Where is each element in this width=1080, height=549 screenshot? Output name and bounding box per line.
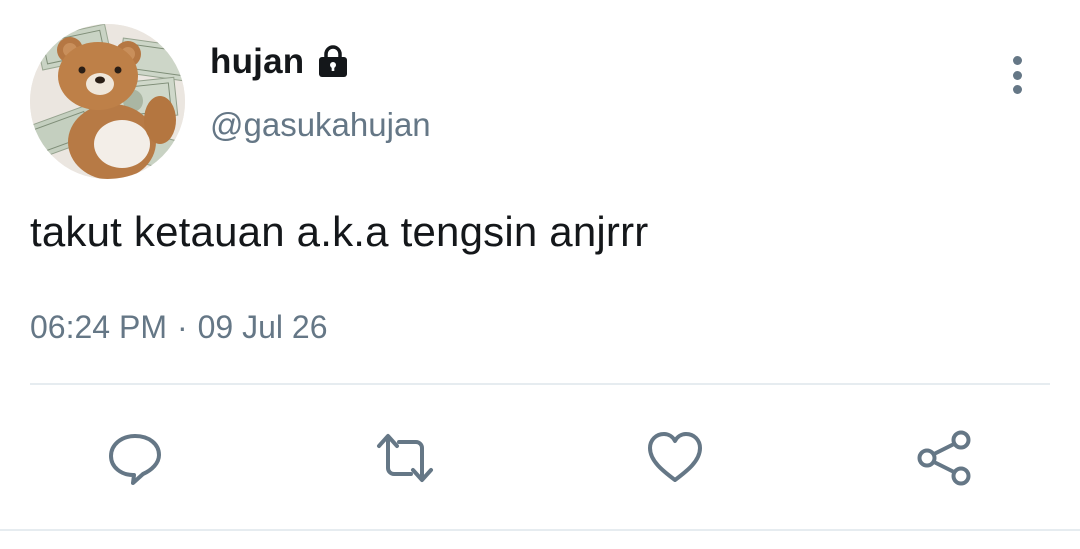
display-name[interactable]: hujan — [210, 42, 304, 82]
ellipsis-dot — [1012, 70, 1022, 80]
divider — [30, 383, 1050, 385]
share-button[interactable] — [915, 428, 975, 488]
share-icon — [917, 430, 971, 486]
ellipsis-dot — [1012, 85, 1022, 94]
user-handle[interactable]: @gasukahujan — [210, 106, 431, 144]
tweet-text: takut ketauan a.k.a tengsin anjrrr — [30, 208, 649, 255]
lock-icon — [314, 43, 352, 81]
avatar-image — [30, 24, 185, 179]
avatar[interactable] — [30, 24, 185, 179]
reply-button[interactable] — [105, 428, 165, 488]
tweet-date: 09 Jul 26 — [197, 309, 328, 345]
display-name-row: hujan — [210, 42, 352, 82]
heart-icon — [648, 432, 702, 482]
tweet-time: 06:24 PM — [30, 309, 167, 345]
retweet-icon — [377, 434, 433, 482]
like-button[interactable] — [645, 428, 705, 488]
tweet-card: hujan @gasukahujan takut ketauan a.k.a t… — [0, 0, 1080, 549]
vertical-ellipsis-icon — [1012, 56, 1022, 65]
comment-icon — [109, 434, 161, 485]
tweet-timestamp: 06:24 PM · 09 Jul 26 — [30, 309, 328, 346]
meta-separator: · — [176, 309, 188, 345]
retweet-button[interactable] — [375, 428, 435, 488]
bottom-divider — [0, 529, 1080, 531]
more-options-button[interactable] — [1000, 52, 1034, 98]
